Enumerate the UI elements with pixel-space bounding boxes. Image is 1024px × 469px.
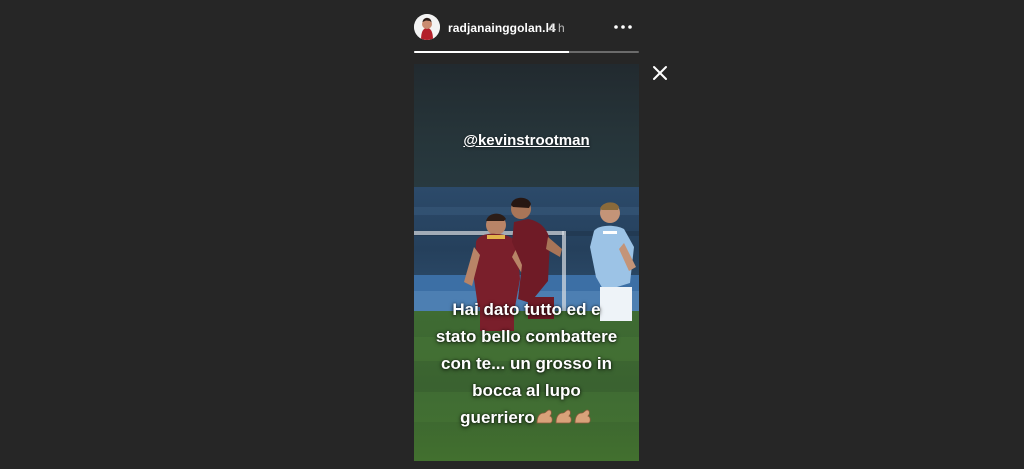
username[interactable]: radjanainggolan.l4 (448, 21, 556, 35)
avatar[interactable] (414, 14, 440, 40)
story-top-band (414, 64, 639, 187)
story-progress-bar (414, 51, 639, 53)
avatar-image (414, 14, 440, 40)
story-content[interactable]: @kevinstrootman Hai dato tutto ed e stat… (414, 64, 639, 461)
flexed-biceps-icons (536, 409, 591, 424)
story-caption: Hai dato tutto ed e stato bello combatte… (414, 296, 639, 431)
timestamp: 4 h (548, 21, 565, 35)
close-icon[interactable] (651, 64, 669, 82)
story-viewer: radjanainggolan.l4 4 h @kevinstrootman H… (0, 0, 1024, 469)
story-progress-fill (414, 51, 570, 53)
story-header: radjanainggolan.l4 4 h (414, 14, 639, 42)
more-options-icon[interactable] (613, 20, 633, 34)
mention-tag[interactable]: @kevinstrootman (414, 132, 639, 149)
